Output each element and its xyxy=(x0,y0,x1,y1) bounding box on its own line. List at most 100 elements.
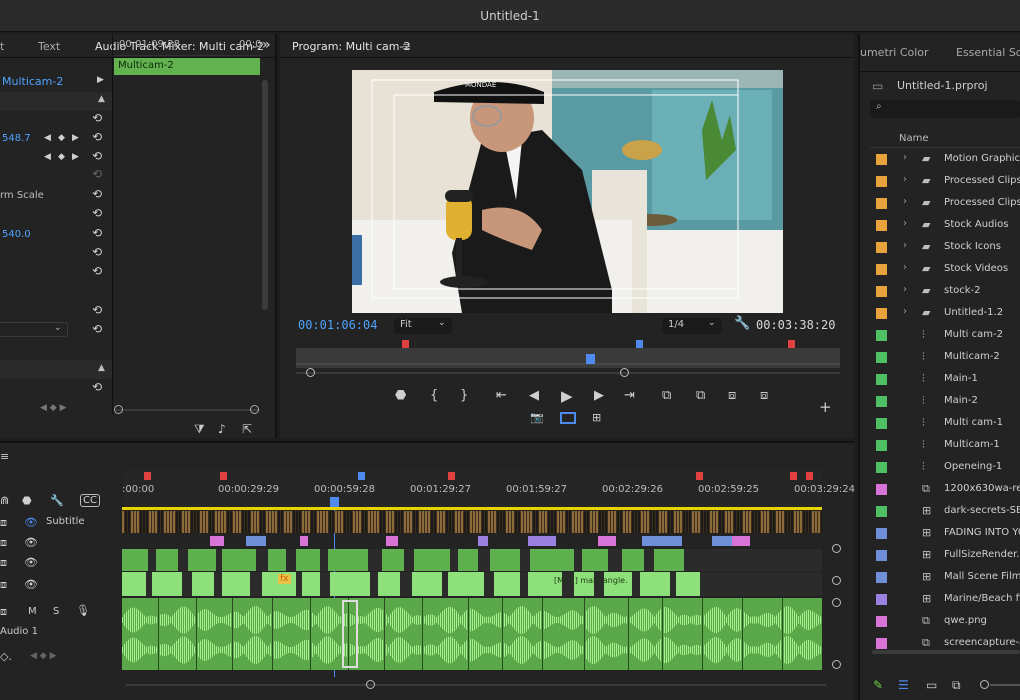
label-color-swatch[interactable] xyxy=(876,198,887,209)
track-target-icon[interactable]: ⧈ xyxy=(0,556,7,570)
label-color-swatch[interactable] xyxy=(876,352,887,363)
prev-keyframe-icon[interactable]: ◀ xyxy=(44,152,51,162)
ec-section-audio[interactable]: ▲ xyxy=(0,360,112,379)
track-target-icon[interactable]: ⧈ xyxy=(0,605,7,619)
chevron-right-icon[interactable]: › xyxy=(903,218,907,229)
video-track-2[interactable] xyxy=(122,549,822,571)
timeline-marker-red[interactable] xyxy=(448,472,455,480)
next-keyframe-icon[interactable]: ▶ xyxy=(72,133,79,143)
step-back-icon[interactable]: ◀ xyxy=(529,388,539,403)
microphone-icon[interactable]: 🎙 xyxy=(76,604,90,617)
label-color-swatch[interactable] xyxy=(876,638,887,649)
go-to-out-icon[interactable]: ⇥ xyxy=(624,388,635,403)
label-color-swatch[interactable] xyxy=(876,572,887,583)
project-item[interactable]: ⫶ Main-1 xyxy=(870,369,1020,391)
chevron-right-icon[interactable]: › xyxy=(903,306,907,317)
chevron-right-icon[interactable]: › xyxy=(903,152,907,163)
blend-mode-dropdown[interactable]: ⌄ xyxy=(0,322,68,337)
track-target-icon[interactable]: ⧈ xyxy=(0,536,7,550)
label-color-swatch[interactable] xyxy=(876,462,887,473)
timeline-playhead[interactable] xyxy=(330,497,339,507)
tab-essential-sound[interactable]: Essential Soun xyxy=(956,46,1020,59)
label-color-swatch[interactable] xyxy=(876,330,887,341)
reset-position-icon[interactable]: ⟲ xyxy=(92,130,102,144)
reset-icon[interactable]: ⟲ xyxy=(92,206,102,220)
label-color-swatch[interactable] xyxy=(876,506,887,517)
project-item[interactable]: ⫶ Main-2 xyxy=(870,391,1020,413)
next-keyframe-icon[interactable]: ▶ xyxy=(72,152,79,162)
label-color-swatch[interactable] xyxy=(876,264,887,275)
camera-icon[interactable]: 📷 xyxy=(530,411,544,424)
project-search-input[interactable]: ⌕ xyxy=(870,100,1020,118)
project-item[interactable]: ⫶ Multicam-2 xyxy=(870,347,1020,369)
label-color-swatch[interactable] xyxy=(876,418,887,429)
tab-effect-controls[interactable]: t xyxy=(0,40,4,53)
export-frame-icon[interactable]: ⇱ xyxy=(242,422,252,436)
video-track-thumbnails[interactable] xyxy=(122,511,823,533)
position-value[interactable]: 548.7 xyxy=(2,133,31,144)
timeline-h-scrollbar[interactable] xyxy=(126,684,826,686)
label-color-swatch[interactable] xyxy=(876,396,887,407)
project-item[interactable]: ⊞ FADING INTO YC xyxy=(870,523,1020,545)
label-color-swatch[interactable] xyxy=(876,528,887,539)
insert-icon[interactable]: ⧈ xyxy=(728,388,736,403)
project-item[interactable]: ⧉ 1200x630wa-ren xyxy=(870,479,1020,501)
go-to-in-icon[interactable]: ⇤ xyxy=(496,388,507,403)
wrench-icon[interactable]: 🔧 xyxy=(50,494,64,507)
eye-icon[interactable]: 👁 xyxy=(24,536,38,549)
tab-program[interactable]: Program: Multi cam-2 xyxy=(292,40,410,53)
label-color-swatch[interactable] xyxy=(876,594,887,605)
chevron-right-icon[interactable]: › xyxy=(903,196,907,207)
comparison-view-icon[interactable] xyxy=(560,412,576,424)
project-item[interactable]: ⫶ Openeing-1 xyxy=(870,457,1020,479)
ec-clip-header[interactable]: Multicam-2 ▶ xyxy=(0,72,112,91)
ec-section-header[interactable]: ▲ xyxy=(0,92,112,111)
timeline-marker-red[interactable] xyxy=(144,472,151,480)
timeline-marker-red[interactable] xyxy=(696,472,703,480)
program-scrub-bar[interactable] xyxy=(296,348,840,368)
audio-track-1[interactable] xyxy=(122,598,822,670)
extract-icon[interactable]: ⧉ xyxy=(696,388,705,403)
zoom-handle-left[interactable] xyxy=(114,405,123,414)
program-menu-icon[interactable]: ≡ xyxy=(402,40,411,53)
graphics-track[interactable] xyxy=(122,535,822,547)
mute-button[interactable]: M xyxy=(28,606,37,617)
reset-uniform-icon[interactable]: ⟲ xyxy=(92,187,102,201)
mark-in-icon[interactable]: { xyxy=(430,388,438,403)
timeline-menu-icon[interactable]: ≡ xyxy=(0,450,9,463)
reset-icon[interactable]: ⟲ xyxy=(92,380,102,394)
add-keyframe-icon[interactable]: ◆ xyxy=(58,133,65,143)
program-playhead[interactable] xyxy=(585,354,595,364)
zoom-handle-left[interactable] xyxy=(306,368,315,377)
filter-icon[interactable]: ⧩ xyxy=(194,422,205,437)
label-color-swatch[interactable] xyxy=(876,176,887,187)
add-keyframe-icon[interactable]: ◆ xyxy=(58,152,65,162)
reset-icon[interactable]: ⟲ xyxy=(92,322,102,336)
video-track-1[interactable]: fx [MC1] main angle. xyxy=(122,572,822,596)
pencil-icon[interactable]: ✎ xyxy=(873,678,883,692)
timeline-zoom-handle[interactable] xyxy=(366,680,375,689)
label-color-swatch[interactable] xyxy=(876,154,887,165)
timeline-marker-icon[interactable]: ⬣ xyxy=(22,494,32,507)
fx-badge[interactable]: fx xyxy=(278,574,291,584)
zoom-handle-right[interactable] xyxy=(620,368,629,377)
mark-out-icon[interactable]: } xyxy=(460,388,468,403)
marker-blue[interactable] xyxy=(636,340,643,348)
label-color-swatch[interactable] xyxy=(876,484,887,495)
resolution-dropdown[interactable]: 1/4 ⌄ xyxy=(662,318,722,334)
audio-only-icon[interactable]: ♪ xyxy=(218,422,226,436)
wrench-icon[interactable]: 🔧 xyxy=(734,316,750,331)
multi-camera-icon[interactable]: ⊞ xyxy=(592,411,601,424)
reset-scale-icon[interactable]: ⟲ xyxy=(92,149,102,163)
collapse-up-icon[interactable]: ▲ xyxy=(98,363,105,373)
ec-scrollbar[interactable] xyxy=(262,80,268,310)
label-color-swatch[interactable] xyxy=(876,308,887,319)
track-target-icon[interactable]: ⧈ xyxy=(0,516,7,530)
project-item[interactable]: › ▰ Stock Audios xyxy=(870,215,1020,237)
label-color-swatch[interactable] xyxy=(876,374,887,385)
timeline-marker-red[interactable] xyxy=(220,472,227,480)
program-video-frame[interactable]: MONDAE xyxy=(352,70,783,313)
reset-anchor-icon[interactable]: ⟲ xyxy=(92,226,102,240)
play-icon[interactable]: ▶ xyxy=(561,387,573,405)
project-item[interactable]: ⊞ Marine/Beach fil xyxy=(870,589,1020,611)
